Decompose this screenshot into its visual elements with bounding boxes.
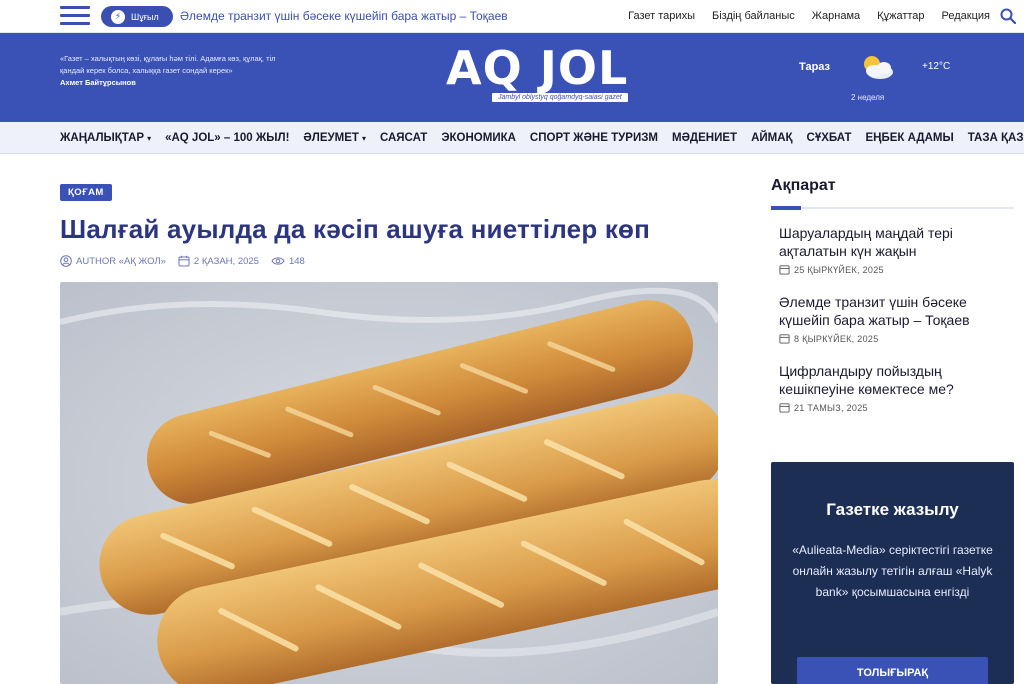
eye-icon	[271, 257, 285, 265]
nav-item[interactable]: АЙМАҚ	[751, 132, 792, 144]
subscribe-more-button[interactable]: ТОЛЫҒЫРАҚ	[797, 657, 988, 684]
chevron-down-icon: ▾	[361, 134, 366, 143]
nav-item[interactable]: ТАЗА ҚАЗАҚСТАН	[968, 132, 1024, 144]
calendar-icon	[178, 255, 190, 267]
search-icon[interactable]	[1000, 8, 1016, 24]
nav-item-label: ӘЛЕУМЕТ	[303, 132, 359, 144]
sidebar-news-item[interactable]: Әлемде транзит үшін бәсеке күшейіп бара …	[779, 293, 1009, 344]
news-title[interactable]: Әлемде транзит үшін бәсеке күшейіп бара …	[779, 293, 1009, 329]
article-meta: AUTHOR «АҚ ЖОЛ» 2 ҚАЗАН, 2025 148	[60, 255, 311, 267]
news-ticker-link[interactable]: Әлемде транзит үшін бәсеке күшейіп бара …	[180, 9, 508, 23]
calendar-icon	[779, 334, 790, 344]
lightning-icon: ⚡	[111, 9, 125, 24]
article-author[interactable]: AUTHOR «АҚ ЖОЛ»	[60, 255, 166, 267]
news-date-text: 25 ҚЫРКҮЙЕК, 2025	[794, 264, 884, 275]
subscribe-text: «Aulieata-Media» серіктестігі газетке он…	[792, 543, 993, 599]
nav-item[interactable]: «AQ JOL» – 100 ЖЫЛ!	[165, 132, 289, 144]
quote-text: «Газет – халықтың көзі, құлағы һәм тілі.…	[60, 54, 276, 75]
views-count: 148	[288, 255, 305, 267]
news-date: 21 ТАМЫЗ, 2025	[779, 402, 1009, 413]
nav-item[interactable]: ЕҢБЕК АДАМЫ	[866, 132, 954, 144]
subscribe-box: Газетке жазылу «Aulieata-Media» серіктес…	[771, 462, 1014, 684]
weather-day: 2 неделя	[851, 93, 885, 102]
nav-item-label: ЕҢБЕК АДАМЫ	[865, 132, 954, 144]
article-image	[60, 282, 718, 684]
top-link-history[interactable]: Газет тарихы	[628, 10, 695, 22]
quote-author: Ахмет Байтұрсынов	[60, 78, 136, 87]
site-logo[interactable]: AQ JOL Jambyl oblystyq qoğamdyq-saiasi g…	[446, 45, 630, 109]
site-header: «Газет – халықтың көзі, құлағы һәм тілі.…	[0, 33, 1024, 122]
weather-temperature: +12°C	[922, 61, 951, 72]
nav-item-label: МӘДЕНИЕТ	[672, 132, 738, 144]
top-link-contact[interactable]: Біздің байланыс	[712, 10, 795, 22]
weather-city: Тараз	[799, 61, 831, 73]
nav-item-label: ТАЗА ҚАЗАҚСТАН	[967, 132, 1024, 144]
urgent-label: Шұғыл	[131, 11, 159, 22]
calendar-icon	[779, 403, 790, 413]
nav-item-label: ЖАҢАЛЫҚТАР	[60, 132, 145, 144]
nav-item[interactable]: ЖАҢАЛЫҚТАР ▾	[60, 132, 151, 144]
partly-cloudy-icon	[864, 56, 893, 79]
news-title[interactable]: Шаруалардың маңдай тері ақталатын күн жа…	[779, 224, 1009, 260]
date-text: 2 ҚАЗАН, 2025	[193, 255, 259, 267]
nav-item[interactable]: ЭКОНОМИКА	[441, 132, 516, 144]
sidebar-title: Ақпарат	[771, 177, 836, 194]
nav-item-label: «AQ JOL» – 100 ЖЫЛ!	[165, 132, 290, 144]
chevron-down-icon: ▾	[147, 134, 152, 143]
nav-item[interactable]: ӘЛЕУМЕТ ▾	[303, 132, 366, 144]
sidebar-news-item[interactable]: Шаруалардың маңдай тері ақталатын күн жа…	[779, 224, 1009, 275]
logo-subtitle: Jambyl oblystyq qoğamdyq-saiasi gazet	[492, 93, 628, 102]
top-link-ads[interactable]: Жарнама	[812, 10, 860, 22]
header-quote: «Газет – халықтың көзі, құлағы һәм тілі.…	[60, 53, 300, 89]
news-date-text: 8 ҚЫРКҮЙЕК, 2025	[794, 333, 879, 344]
nav-item-label: СҰХБАТ	[806, 132, 852, 144]
bread-photo	[60, 282, 718, 684]
calendar-icon	[779, 265, 790, 275]
news-date-text: 21 ТАМЫЗ, 2025	[794, 402, 868, 413]
top-nav: Газет тарихы Біздің байланыс Жарнама Құж…	[628, 10, 990, 22]
main-nav: ЖАҢАЛЫҚТАР ▾ «AQ JOL» – 100 ЖЫЛ! ӘЛЕУМЕТ ▾ СА…	[0, 122, 1024, 154]
subscribe-title: Газетке жазылу	[826, 500, 959, 519]
top-link-editorial[interactable]: Редакция	[942, 10, 990, 22]
nav-item-label: СПОРТ ЖӘНЕ ТУРИЗМ	[529, 132, 658, 144]
article-date: 2 ҚАЗАН, 2025	[178, 255, 259, 267]
nav-item-label: ЭКОНОМИКА	[441, 132, 516, 144]
nav-item[interactable]: СПОРТ ЖӘНЕ ТУРИЗМ	[530, 132, 658, 144]
author-name: AUTHOR «АҚ ЖОЛ»	[76, 255, 166, 267]
article-title: Шалғай ауылда да кәсіп ашуға ниеттілер к…	[60, 214, 651, 244]
news-date: 25 ҚЫРКҮЙЕК, 2025	[779, 264, 1009, 275]
urgent-badge: ⚡ Шұғыл	[101, 6, 173, 27]
nav-item[interactable]: САЯСАТ	[380, 132, 427, 144]
user-icon	[60, 255, 72, 267]
menu-icon[interactable]	[60, 6, 90, 26]
sidebar-news-item[interactable]: Цифрландыру пойыздың кешікпеуіне көмекте…	[779, 362, 1009, 413]
nav-item-label: АЙМАҚ	[751, 132, 793, 144]
article-views: 148	[271, 256, 305, 267]
logo-text: AQ JOL	[446, 41, 629, 95]
sidebar-divider	[771, 206, 1014, 210]
category-badge[interactable]: ҚОҒАМ	[60, 184, 112, 201]
nav-item[interactable]: СҰХБАТ	[807, 132, 852, 144]
nav-item-label: САЯСАТ	[379, 132, 428, 144]
news-title[interactable]: Цифрландыру пойыздың кешікпеуіне көмекте…	[779, 362, 1009, 398]
news-date: 8 ҚЫРКҮЙЕК, 2025	[779, 333, 1009, 344]
top-bar: ⚡ Шұғыл Әлемде транзит үшін бәсеке күшей…	[0, 0, 1024, 33]
top-link-documents[interactable]: Құжаттар	[877, 10, 924, 22]
nav-item[interactable]: МӘДЕНИЕТ	[672, 132, 737, 144]
